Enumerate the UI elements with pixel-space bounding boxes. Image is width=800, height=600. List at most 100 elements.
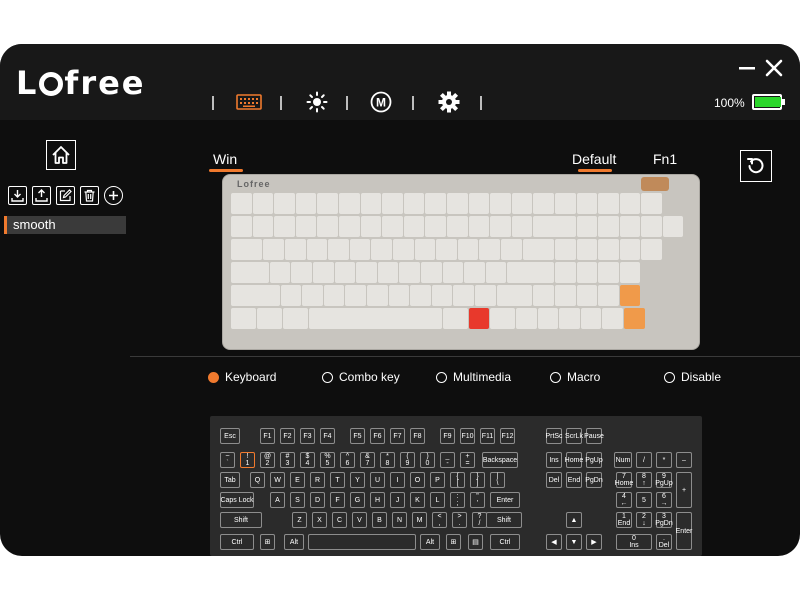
keyboard-preview-key[interactable]: [475, 285, 496, 306]
close-button[interactable]: [764, 58, 784, 84]
keyboard-preview-key[interactable]: [388, 285, 410, 306]
layout-key-np1[interactable]: 1 End: [616, 512, 632, 528]
layout-key-k[interactable]: K: [410, 492, 425, 508]
layout-key-pause[interactable]: Pause: [584, 428, 604, 444]
nav-macro-button[interactable]: M: [366, 90, 396, 114]
keyboard-preview-key[interactable]: [576, 216, 598, 237]
layout-key-end[interactable]: End: [566, 472, 582, 488]
keyboard-preview-key[interactable]: [425, 216, 446, 237]
layout-key-f8[interactable]: F8: [410, 428, 425, 444]
minimize-button[interactable]: [738, 58, 756, 84]
layout-key-n7[interactable]: & 7: [360, 452, 375, 468]
keyboard-preview-key[interactable]: [559, 308, 580, 329]
keyboard-preview-key[interactable]: [496, 285, 533, 306]
layout-key-del[interactable]: Del: [546, 472, 562, 488]
layout-key-np-dot[interactable]: . Del: [656, 534, 672, 550]
keyboard-preview-key[interactable]: [256, 308, 282, 329]
keyboard-preview-key[interactable]: [490, 216, 511, 237]
keyboard-preview-key[interactable]: [371, 239, 392, 260]
keyboard-preview-key[interactable]: [511, 193, 533, 214]
layout-key-np-enter[interactable]: Enter: [676, 512, 692, 550]
layout-key-np5[interactable]: 5: [636, 492, 652, 508]
keyboard-preview-key[interactable]: [554, 239, 576, 260]
layout-key-slash[interactable]: ? /: [472, 512, 487, 528]
keyboard-preview-key[interactable]: [231, 193, 252, 214]
keyboard-preview-key[interactable]: [598, 216, 619, 237]
keyboard-preview-key[interactable]: [231, 239, 263, 260]
layout-key-g[interactable]: G: [350, 492, 365, 508]
layout-key-lwin[interactable]: ⊞: [260, 534, 275, 550]
keyboard-preview-key[interactable]: [619, 262, 641, 283]
keyboard-preview-key[interactable]: [619, 285, 641, 306]
keyboard-preview-key[interactable]: [641, 193, 662, 214]
layout-key-lctrl[interactable]: Ctrl: [220, 534, 254, 550]
layout-key-n5[interactable]: % 5: [320, 452, 335, 468]
keyboard-preview-key[interactable]: [511, 216, 533, 237]
layout-key-np6[interactable]: 6 →: [656, 492, 672, 508]
tab-default[interactable]: Default: [572, 151, 616, 167]
layout-key-n2[interactable]: @ 2: [260, 452, 275, 468]
layout-key-f5[interactable]: F5: [350, 428, 365, 444]
keyboard-preview-key[interactable]: [442, 308, 468, 329]
layout-key-backslash[interactable]: | \: [490, 472, 505, 488]
layout-key-np0[interactable]: 0 Ins: [616, 534, 652, 550]
layout-key-z[interactable]: Z: [292, 512, 307, 528]
keyboard-preview-key[interactable]: [231, 285, 280, 306]
keyboard-preview-key[interactable]: [598, 262, 619, 283]
keyboard-preview-key[interactable]: [554, 285, 576, 306]
keyboard-preview-key[interactable]: [425, 193, 446, 214]
layout-key-q[interactable]: Q: [250, 472, 265, 488]
keyboard-preview-key[interactable]: [231, 216, 252, 237]
layout-key-r[interactable]: R: [310, 472, 325, 488]
layout-key-lalt[interactable]: Alt: [284, 534, 304, 550]
keyboard-preview-key[interactable]: [490, 193, 511, 214]
layout-key-right[interactable]: ▶: [586, 534, 602, 550]
layout-key-f2[interactable]: F2: [280, 428, 295, 444]
layout-key-f1[interactable]: F1: [260, 428, 275, 444]
layout-key-menu[interactable]: ▤: [468, 534, 483, 550]
layout-key-f12[interactable]: F12: [500, 428, 515, 444]
keyboard-preview-key[interactable]: [317, 193, 338, 214]
keyboard-preview-key[interactable]: [360, 193, 382, 214]
keyboard-preview-key[interactable]: [291, 262, 313, 283]
layout-key-np9[interactable]: 9 PgUp: [655, 472, 673, 488]
nav-settings-button[interactable]: [434, 90, 464, 114]
layout-key-rbracket[interactable]: } ]: [470, 472, 485, 488]
layout-key-f4[interactable]: F4: [320, 428, 335, 444]
keyboard-preview-key[interactable]: [576, 285, 598, 306]
keyboard-preview-key[interactable]: [468, 216, 490, 237]
layout-key-quote[interactable]: " ': [470, 492, 485, 508]
keyboard-preview-key[interactable]: [533, 216, 576, 237]
keyboard-preview-key[interactable]: [662, 216, 684, 237]
layout-key-rwin[interactable]: ⊞: [446, 534, 461, 550]
keyboard-preview-key[interactable]: [507, 262, 554, 283]
reset-button[interactable]: [740, 150, 772, 182]
layout-key-n3[interactable]: # 3: [280, 452, 295, 468]
layout-key-np7[interactable]: 7 Home: [615, 472, 633, 488]
layout-key-m[interactable]: M: [412, 512, 427, 528]
layout-key-lbracket[interactable]: { [: [450, 472, 465, 488]
keyboard-preview-key[interactable]: [533, 193, 554, 214]
keyboard-preview-key[interactable]: [410, 285, 431, 306]
keyboard-preview-key[interactable]: [598, 239, 619, 260]
layout-key-f9[interactable]: F9: [440, 428, 455, 444]
layout-key-num[interactable]: Num: [614, 452, 632, 468]
layout-key-period[interactable]: > .: [452, 512, 467, 528]
keyboard-preview-key[interactable]: [382, 216, 403, 237]
layout-key-f10[interactable]: F10: [460, 428, 475, 444]
layout-key-j[interactable]: J: [390, 492, 405, 508]
radio-macro[interactable]: Macro: [550, 370, 600, 384]
keyboard-preview-key[interactable]: [295, 216, 317, 237]
layout-key-semicolon[interactable]: : ;: [450, 492, 465, 508]
keyboard-preview-key[interactable]: [453, 285, 475, 306]
layout-key-y[interactable]: Y: [350, 472, 365, 488]
layout-key-esc[interactable]: Esc: [220, 428, 240, 444]
keyboard-preview-key[interactable]: [619, 239, 641, 260]
keyboard-preview-key[interactable]: [263, 239, 284, 260]
keyboard-preview-key[interactable]: [306, 239, 328, 260]
add-profile-button[interactable]: [104, 186, 123, 205]
keyboard-preview-key[interactable]: [349, 239, 371, 260]
layout-key-equal[interactable]: + =: [460, 452, 475, 468]
keyboard-preview-key[interactable]: [554, 193, 576, 214]
keyboard-preview-key[interactable]: [295, 193, 317, 214]
